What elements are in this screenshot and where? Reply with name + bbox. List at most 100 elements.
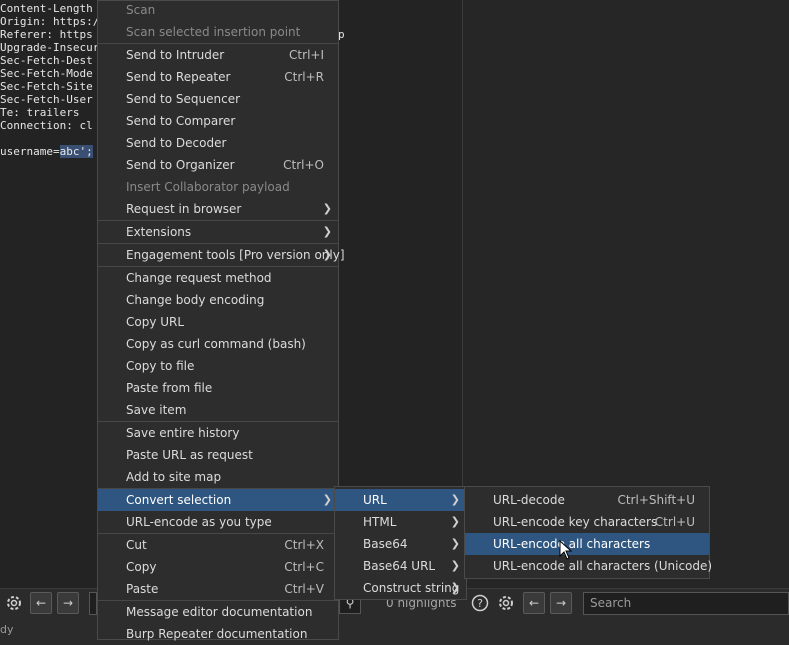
url-encode-key-chars-item[interactable]: URL-encode key characters Ctrl+U (465, 511, 709, 533)
menu-label: Copy (126, 560, 157, 574)
editor-line: Te: trailers (0, 106, 80, 119)
submenu-url[interactable]: URL ❯ (335, 489, 466, 511)
back-arrow-icon-right[interactable]: ← (523, 592, 545, 614)
shortcut: Ctrl+Shift+U (617, 493, 695, 507)
menu-burp-repeater-docs[interactable]: Burp Repeater documentation (98, 623, 338, 645)
menu-copy[interactable]: Copy Ctrl+C (98, 556, 338, 578)
menu-label: Construct string (363, 581, 460, 595)
context-menu: Scan Scan selected insertion point Send … (97, 0, 345, 641)
menu-request-in-browser[interactable]: Request in browser ❯ (98, 198, 338, 220)
menu-label: Cut (126, 538, 147, 552)
submenu-base64-url[interactable]: Base64 URL ❯ (335, 555, 466, 577)
menu-paste-url-as-request[interactable]: Paste URL as request (98, 444, 338, 466)
menu-engagement-tools[interactable]: Engagement tools [Pro version only] ❯ (98, 244, 345, 266)
shortcut: Ctrl+C (284, 560, 324, 574)
menu-paste[interactable]: Paste Ctrl+V (98, 578, 338, 600)
menu-label: Base64 (363, 537, 408, 551)
url-encode-unicode-item[interactable]: URL-encode all characters (Unicode) (465, 555, 712, 577)
menu-convert-selection[interactable]: Convert selection ❯ (98, 489, 338, 511)
editor-body-line: username=abc'; (0, 145, 93, 158)
shortcut: Ctrl+X (284, 538, 324, 552)
back-arrow-icon[interactable]: ← (30, 592, 52, 614)
menu-message-editor-docs[interactable]: Message editor documentation (98, 601, 338, 623)
menu-scan[interactable]: Scan (98, 0, 338, 21)
menu-paste-from-file[interactable]: Paste from file (98, 377, 338, 399)
chevron-right-icon: ❯ (450, 559, 460, 572)
chevron-right-icon: ❯ (322, 248, 332, 261)
editor-line: Sec-Fetch-Site (0, 80, 93, 93)
menu-label: Extensions (126, 225, 192, 239)
menu-label: URL (363, 493, 387, 507)
menu-send-to-comparer[interactable]: Send to Comparer (98, 110, 338, 132)
search-input-left[interactable] (89, 592, 97, 615)
gear-icon[interactable] (3, 592, 25, 614)
menu-send-to-organizer[interactable]: Send to Organizer Ctrl+O (98, 154, 338, 176)
chevron-right-icon: ❯ (450, 515, 460, 528)
menu-label: Engagement tools [Pro version only] (126, 248, 345, 262)
menu-label: Send to Organizer (126, 158, 235, 172)
shortcut: Ctrl+I (289, 48, 324, 62)
selected-text[interactable]: abc'; (59, 145, 93, 158)
menu-send-to-repeater[interactable]: Send to Repeater Ctrl+R (98, 66, 338, 88)
url-encode-all-chars-item[interactable]: URL-encode all characters (465, 533, 709, 555)
menu-label: URL-decode (493, 493, 565, 507)
chevron-right-icon: ❯ (450, 581, 460, 594)
menu-copy-url[interactable]: Copy URL (98, 311, 338, 333)
menu-send-to-sequencer[interactable]: Send to Sequencer (98, 88, 338, 110)
menu-save-entire-history[interactable]: Save entire history (98, 422, 338, 444)
menu-add-to-site-map[interactable]: Add to site map (98, 466, 338, 488)
menu-send-to-decoder[interactable]: Send to Decoder (98, 132, 338, 154)
forward-arrow-icon-right[interactable]: → (550, 592, 572, 614)
chevron-right-icon: ❯ (322, 202, 332, 215)
editor-line: Content-Length (0, 2, 93, 15)
menu-scan-insertion-point[interactable]: Scan selected insertion point (98, 21, 338, 43)
editor-line: Sec-Fetch-User (0, 93, 93, 106)
menu-label: Convert selection (126, 493, 232, 507)
editor-line: Sec-Fetch-Mode (0, 67, 93, 80)
chevron-right-icon: ❯ (322, 225, 332, 238)
menu-label: Send to Repeater (126, 70, 231, 84)
shortcut: Ctrl+O (283, 158, 324, 172)
editor-line: Referer: https (0, 28, 93, 41)
menu-insert-collaborator[interactable]: Insert Collaborator payload (98, 176, 338, 198)
forward-arrow-icon[interactable]: → (57, 592, 79, 614)
editor-line: Sec-Fetch-Dest (0, 54, 93, 67)
url-decode-item[interactable]: URL-decode Ctrl+Shift+U (465, 489, 709, 511)
menu-change-body-encoding[interactable]: Change body encoding (98, 289, 338, 311)
shortcut: Ctrl+V (284, 582, 324, 596)
menu-label: Paste (126, 582, 159, 596)
menu-url-encode-as-you-type[interactable]: URL-encode as you type (98, 511, 338, 533)
editor-line: Upgrade-Insecur (0, 41, 100, 54)
mouse-cursor-icon (559, 540, 573, 560)
status-text: dy (0, 623, 14, 636)
menu-label: Send to Intruder (126, 48, 225, 62)
menu-copy-to-file[interactable]: Copy to file (98, 355, 338, 377)
submenu-base64[interactable]: Base64 ❯ (335, 533, 466, 555)
submenu-html[interactable]: HTML ❯ (335, 511, 466, 533)
menu-change-request-method[interactable]: Change request method (98, 267, 338, 289)
body-param: username= (0, 145, 60, 158)
shortcut: Ctrl+U (654, 515, 695, 529)
svg-text:?: ? (477, 597, 483, 610)
help-icon[interactable]: ? (469, 592, 491, 614)
menu-save-item[interactable]: Save item (98, 399, 338, 421)
gear-icon-right[interactable] (495, 592, 517, 614)
editor-line: Connection: cl (0, 119, 93, 132)
menu-copy-as-curl[interactable]: Copy as curl command (bash) (98, 333, 338, 355)
menu-label: Request in browser (126, 202, 242, 216)
editor-line: Origin: https:/ (0, 15, 100, 28)
chevron-right-icon: ❯ (450, 537, 460, 550)
menu-cut[interactable]: Cut Ctrl+X (98, 534, 338, 556)
menu-extensions[interactable]: Extensions ❯ (98, 221, 338, 243)
convert-submenu: URL ❯ HTML ❯ Base64 ❯ Base64 URL ❯ Construct… (334, 486, 467, 600)
chevron-right-icon: ❯ (322, 493, 332, 506)
shortcut: Ctrl+R (284, 70, 324, 84)
menu-label: Base64 URL (363, 559, 436, 573)
url-submenu: URL-decode Ctrl+Shift+U URL-encode key ch… (464, 486, 712, 579)
submenu-construct-string[interactable]: Construct string ❯ (335, 577, 466, 599)
menu-label: HTML (363, 515, 397, 529)
search-input[interactable]: Search (583, 592, 789, 615)
menu-send-to-intruder[interactable]: Send to Intruder Ctrl+I (98, 44, 338, 66)
chevron-right-icon: ❯ (450, 493, 460, 506)
menu-label: URL-encode key characters (493, 515, 658, 529)
